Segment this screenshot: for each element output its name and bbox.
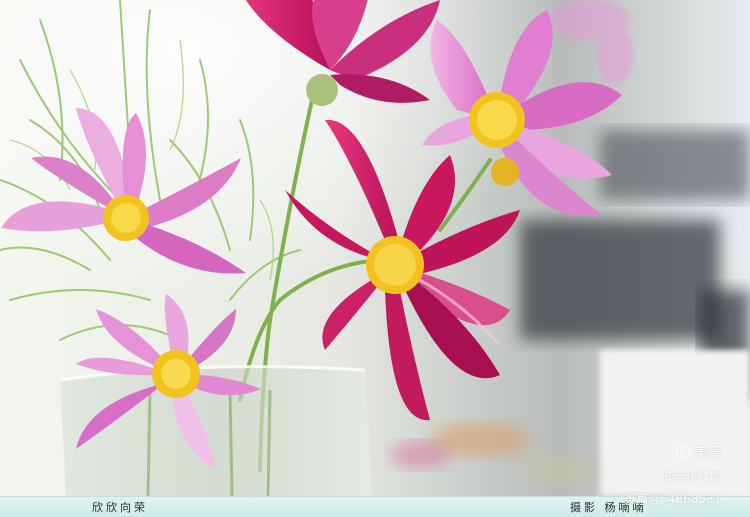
photo-frame: 美篇 @燕语喃喃 欣欣向荣 摄影 杨喃喃 美篇号: 4868531 <box>0 0 750 517</box>
watermark-id: 美篇号: 4868531 <box>624 492 722 506</box>
caption-title: 欣欣向荣 <box>92 501 148 514</box>
brand-logo-icon <box>676 445 690 459</box>
cosmos-flower-photo <box>0 0 750 496</box>
photo-illustration <box>0 0 750 496</box>
watermark-brand: 美篇 <box>676 442 722 462</box>
watermark-handle: @燕语喃喃 <box>662 470 723 484</box>
watermark-brand-text: 美篇 <box>694 445 722 461</box>
